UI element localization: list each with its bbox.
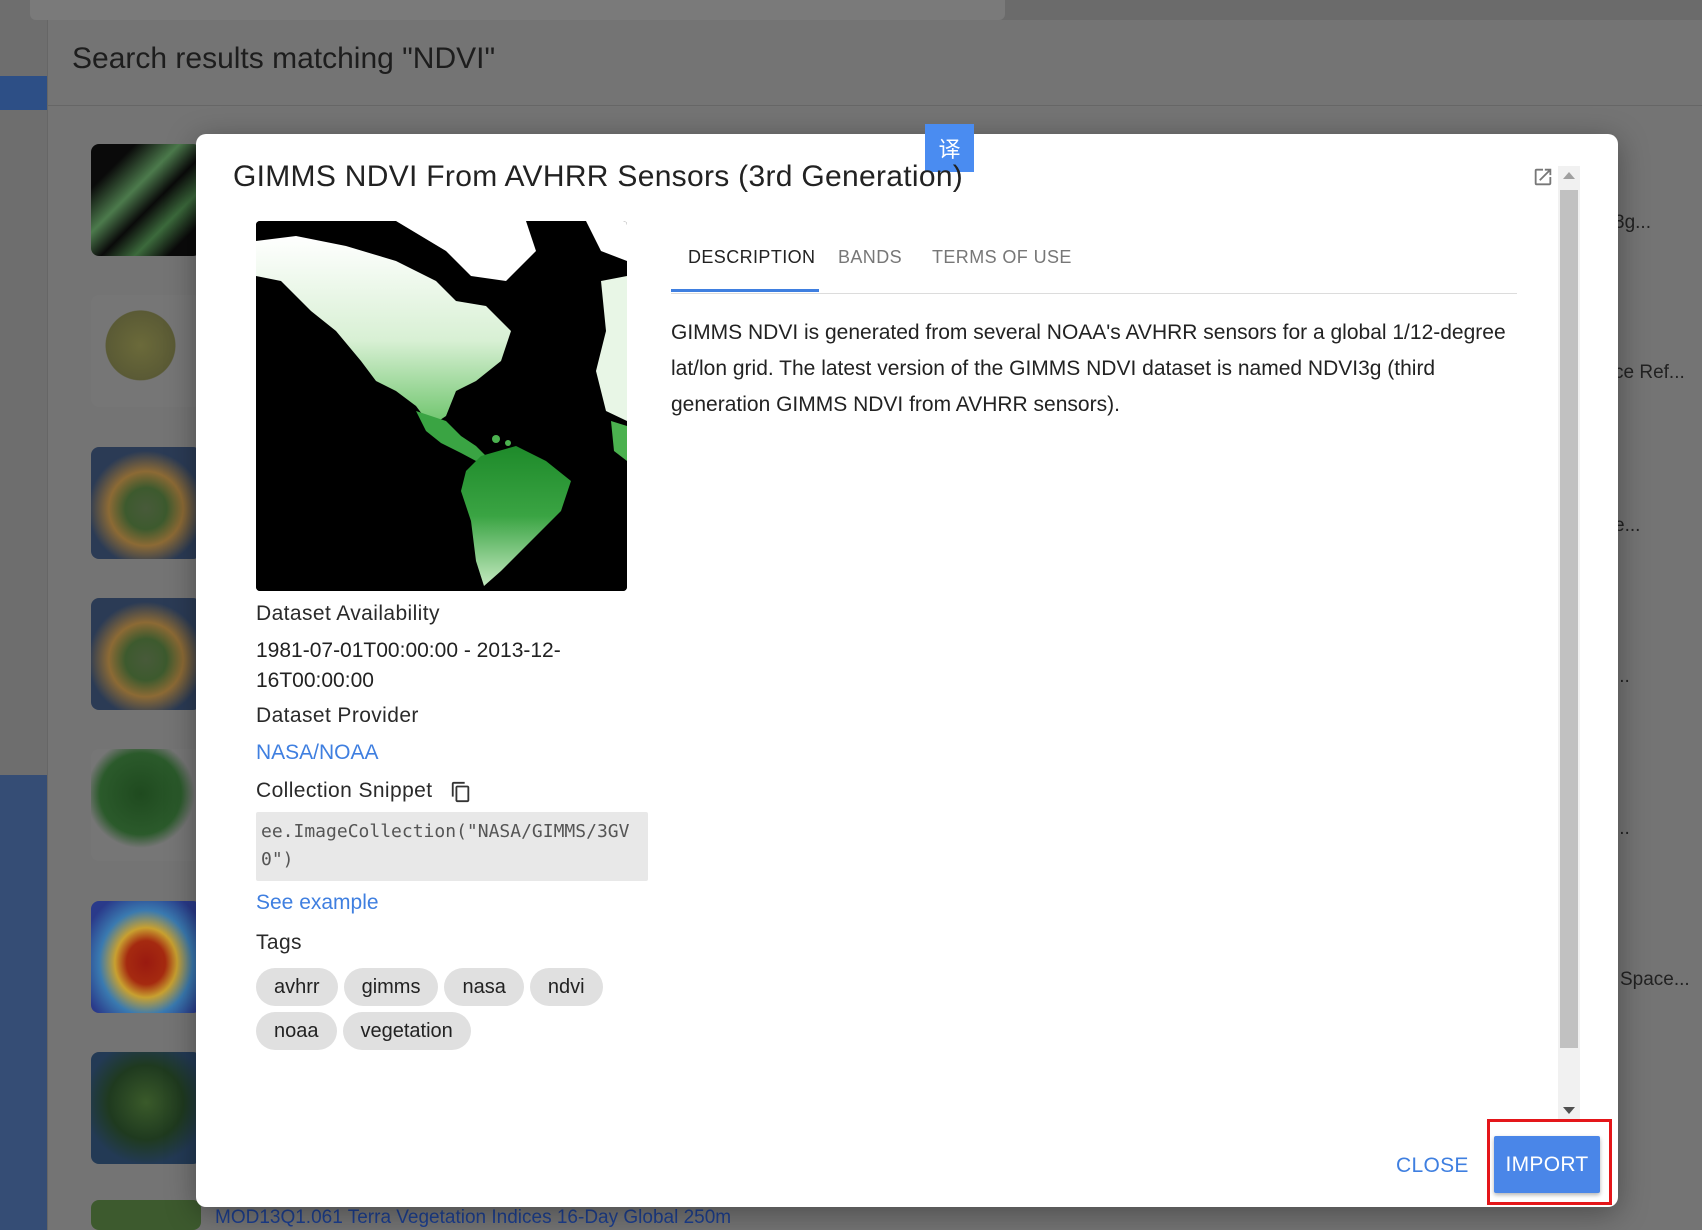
tab-terms-of-use[interactable]: TERMS OF USE	[932, 247, 1072, 268]
tag-chip[interactable]: noaa	[256, 1012, 337, 1050]
snippet-label: Collection Snippet	[256, 779, 433, 802]
left-sidebar-active-item	[0, 76, 47, 110]
dialog-title: GIMMS NDVI From AVHRR Sensors (3rd Gener…	[233, 160, 964, 193]
tag-chip[interactable]: avhrr	[256, 968, 338, 1006]
search-results-title: Search results matching "NDVI"	[72, 42, 496, 75]
scroll-up-arrow-icon[interactable]	[1563, 172, 1575, 179]
tag-chip[interactable]: ndvi	[529, 968, 603, 1006]
availability-value: 1981-07-01T00:00:00 - 2013-12-16T00:00:0…	[256, 639, 561, 692]
results-divider	[47, 105, 1702, 106]
see-example-link[interactable]: See example	[256, 888, 596, 918]
dataset-preview-image	[256, 221, 627, 591]
top-strip	[30, 0, 1005, 20]
availability-label: Dataset Availability	[256, 602, 440, 625]
tag-list: avhrr gimms nasa ndvi noaa vegetation	[256, 968, 636, 1056]
result-title-snippet[interactable]: ce Ref...	[1614, 362, 1685, 384]
dataset-description: GIMMS NDVI is generated from several NOA…	[671, 321, 1506, 416]
result-thumbnail[interactable]	[91, 144, 201, 256]
tag-chip[interactable]: nasa	[444, 968, 524, 1006]
result-thumbnail[interactable]	[91, 1200, 201, 1230]
tag-chip[interactable]: gimms	[343, 968, 439, 1006]
active-tab-indicator	[671, 289, 819, 292]
provider-label: Dataset Provider	[256, 704, 419, 727]
result-title-snippet[interactable]: Space...	[1620, 969, 1690, 991]
close-button[interactable]: CLOSE	[1384, 1148, 1481, 1184]
result-thumbnail[interactable]	[91, 447, 201, 559]
result-thumbnail[interactable]	[91, 749, 201, 861]
provider-link[interactable]: NASA/NOAA	[256, 738, 596, 768]
result-title-snippet[interactable]: 3g...	[1614, 212, 1651, 234]
tab-description[interactable]: DESCRIPTION	[688, 247, 815, 268]
import-button[interactable]: IMPORT	[1494, 1136, 1600, 1193]
copy-icon[interactable]	[450, 781, 472, 803]
tag-chip[interactable]: vegetation	[342, 1012, 471, 1050]
result-link[interactable]: MOD13Q1.061 Terra Vegetation Indices 16-…	[215, 1207, 731, 1229]
tags-label: Tags	[256, 931, 302, 954]
result-thumbnail[interactable]	[91, 1052, 201, 1164]
open-in-new-icon[interactable]	[1532, 166, 1554, 188]
scrollbar-thumb[interactable]	[1560, 190, 1578, 1048]
left-sidebar-lower-panel	[0, 775, 47, 1230]
result-thumbnail[interactable]	[91, 295, 201, 407]
tab-bands[interactable]: BANDS	[838, 247, 902, 268]
scroll-down-arrow-icon[interactable]	[1563, 1107, 1575, 1114]
dialog-tabs: DESCRIPTION BANDS TERMS OF USE	[671, 237, 1517, 294]
collection-snippet-code[interactable]: ee.ImageCollection("NASA/GIMMS/3GV0")	[256, 812, 648, 881]
result-thumbnail[interactable]	[91, 598, 201, 710]
result-thumbnail[interactable]	[91, 901, 201, 1013]
